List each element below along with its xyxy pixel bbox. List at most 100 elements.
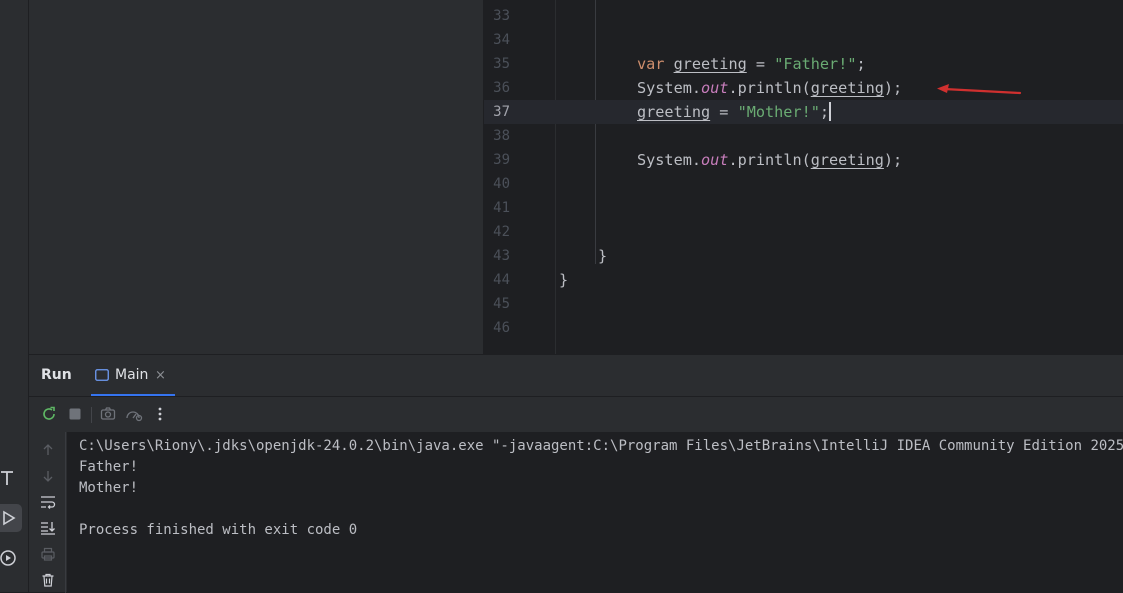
code-text: System.out.println(greeting); — [637, 148, 902, 172]
code-line[interactable]: 43} — [484, 244, 1123, 268]
line-number: 37 — [493, 104, 510, 120]
code-token: greeting — [673, 55, 747, 73]
code-text: } — [598, 244, 607, 268]
console-line: Mother! — [79, 480, 139, 496]
code-line[interactable]: 40 — [484, 172, 1123, 196]
annotation-arrow — [937, 84, 1022, 95]
line-number: 39 — [493, 152, 510, 168]
trash-icon — [42, 573, 54, 587]
code-token: greeting — [637, 103, 711, 121]
hammer-icon — [1, 471, 13, 485]
console-tab-icon — [95, 369, 109, 381]
code-token: ; — [856, 55, 866, 73]
code-token: System. — [637, 79, 702, 97]
console-line: C:\Users\Riony\.jdks\openjdk-24.0.2\bin\… — [79, 438, 1123, 454]
tab-main-label: Main — [115, 367, 149, 383]
code-token: out — [701, 151, 729, 169]
stop-button[interactable] — [66, 405, 84, 423]
code-token: ); — [883, 79, 903, 97]
code-token: ; — [819, 103, 830, 121]
print-icon — [41, 547, 55, 561]
scroll-down-button[interactable] — [39, 467, 57, 485]
line-number: 43 — [493, 248, 510, 264]
code-token: "Father!" — [774, 55, 857, 73]
dump-threads-button[interactable] — [99, 405, 117, 423]
code-token: out — [701, 79, 729, 97]
code-token: greeting — [810, 151, 884, 169]
left-tool-strip — [0, 0, 29, 592]
code-line[interactable]: 39 System.out.println(greeting); — [484, 148, 1123, 172]
arrow-up-icon — [43, 444, 53, 455]
code-token: } — [598, 247, 608, 265]
run-tool-button[interactable] — [0, 504, 22, 532]
code-line[interactable]: 36 System.out.println(greeting); — [484, 76, 1123, 100]
line-number: 33 — [493, 8, 510, 24]
code-token: } — [559, 271, 569, 289]
scroll-up-button[interactable] — [39, 441, 57, 459]
code-token: .println( — [728, 151, 811, 169]
line-number: 38 — [493, 128, 510, 144]
stop-icon — [69, 408, 81, 420]
scroll-to-end-button[interactable] — [39, 519, 57, 537]
run-icon — [3, 510, 16, 526]
line-number: 46 — [493, 320, 510, 336]
line-number: 41 — [493, 200, 510, 216]
code-line[interactable]: 35 var greeting = "Father!"; — [484, 52, 1123, 76]
rerun-button[interactable] — [40, 405, 58, 423]
services-tool-button[interactable] — [0, 544, 22, 572]
run-tool-window: Run Main × C:\Users\Riony\.jdks\openjdk-… — [29, 354, 1123, 593]
text-caret — [829, 102, 832, 121]
coverage-button[interactable] — [125, 405, 143, 423]
run-header: Run Main × — [29, 355, 1123, 396]
soft-wrap-icon — [41, 496, 56, 509]
console-side-actions — [29, 432, 66, 593]
console-line: Process finished with exit code 0 — [79, 522, 358, 538]
run-title: Run — [41, 367, 72, 383]
arrow-down-icon — [43, 471, 53, 482]
line-number: 40 — [493, 176, 510, 192]
tab-close-icon[interactable]: × — [155, 368, 166, 383]
project-panel — [29, 0, 484, 354]
code-line[interactable]: 37 greeting = "Mother!"; — [484, 100, 1123, 124]
code-token: System. — [637, 151, 702, 169]
soft-wrap-button[interactable] — [39, 493, 57, 511]
code-token: "Mother!" — [737, 103, 820, 121]
line-number: 35 — [493, 56, 510, 72]
code-editor[interactable]: 33 34 35 var greeting = "Father!"; 36 System.… — [484, 0, 1123, 354]
code-token: = — [746, 55, 775, 73]
line-number: 44 — [493, 272, 510, 288]
print-button[interactable] — [39, 545, 57, 563]
code-line[interactable]: 34 — [484, 28, 1123, 52]
camera-icon — [100, 407, 116, 420]
code-text: greeting = "Mother!"; — [637, 100, 832, 124]
clear-all-button[interactable] — [39, 571, 57, 589]
line-number: 42 — [493, 224, 510, 240]
line-number: 36 — [493, 80, 510, 96]
rerun-icon — [43, 406, 55, 420]
code-token: .println( — [728, 79, 811, 97]
console-output[interactable]: C:\Users\Riony\.jdks\openjdk-24.0.2\bin\… — [67, 432, 1123, 593]
code-line[interactable]: 46 — [484, 316, 1123, 340]
code-token: greeting — [810, 79, 884, 97]
code-line[interactable]: 41 — [484, 196, 1123, 220]
code-token: ); — [883, 151, 903, 169]
scroll-to-end-icon — [41, 522, 55, 535]
line-number: 34 — [493, 32, 510, 48]
code-line[interactable]: 33 — [484, 4, 1123, 28]
code-line[interactable]: 44} — [484, 268, 1123, 292]
coverage-icon — [126, 411, 143, 422]
code-text: } — [559, 268, 568, 292]
toolbar-separator — [91, 407, 92, 423]
services-icon — [0, 550, 16, 566]
run-toolbar — [29, 396, 1123, 432]
code-line[interactable]: 38 — [484, 124, 1123, 148]
more-options-button[interactable] — [151, 405, 169, 423]
code-line[interactable]: 45 — [484, 292, 1123, 316]
code-line[interactable]: 42 — [484, 220, 1123, 244]
more-vertical-icon — [158, 407, 162, 421]
tab-main[interactable]: Main × — [91, 355, 175, 396]
code-text: System.out.println(greeting); — [637, 76, 902, 100]
line-number: 45 — [493, 296, 510, 312]
build-tool-button[interactable] — [0, 464, 22, 492]
